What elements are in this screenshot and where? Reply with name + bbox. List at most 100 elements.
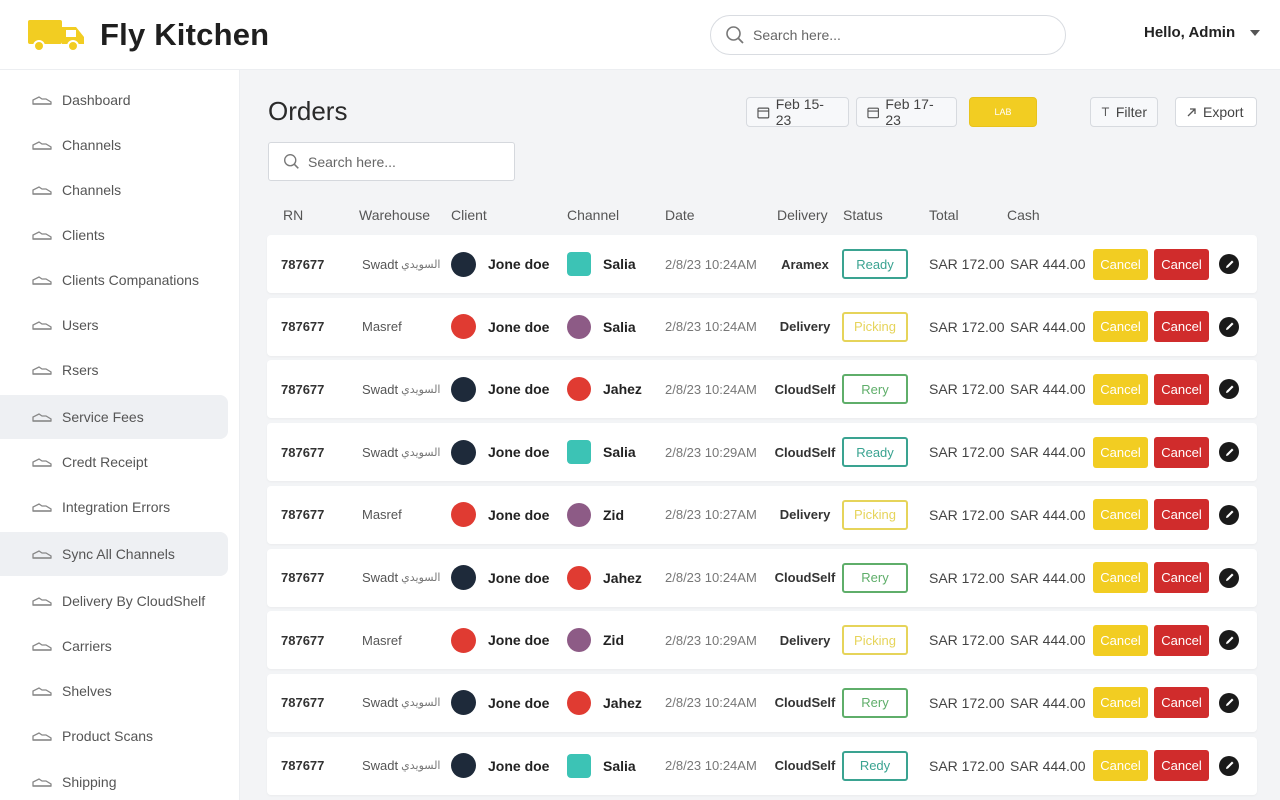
warehouse-arabic-name: السويدي bbox=[401, 258, 441, 271]
client-name[interactable]: Jone doe bbox=[488, 381, 549, 397]
cancel-button[interactable]: Cancel bbox=[1154, 750, 1209, 782]
cancel-yellow-button[interactable]: Cancel bbox=[1093, 373, 1148, 405]
cancel-button[interactable]: Cancel bbox=[1154, 562, 1209, 593]
edit-icon[interactable] bbox=[1219, 692, 1239, 713]
status-badge[interactable]: Redy bbox=[842, 750, 908, 781]
sidebar-item[interactable]: Dashboard bbox=[0, 78, 228, 122]
cancel-button[interactable]: Cancel bbox=[1154, 499, 1209, 531]
table-row[interactable]: 787677 Swadt السويدي Jone doe Jahez 2/8/23 10… bbox=[267, 548, 1257, 607]
cancel-yellow-button[interactable]: Cancel bbox=[1093, 311, 1148, 343]
edit-icon[interactable] bbox=[1219, 755, 1239, 776]
edit-icon[interactable] bbox=[1219, 254, 1239, 274]
column-header-warehouse[interactable]: Warehouse bbox=[359, 207, 430, 223]
cancel-button[interactable]: Cancel bbox=[1154, 687, 1209, 719]
status-badge[interactable]: Rery bbox=[842, 562, 908, 593]
column-header-client[interactable]: Client bbox=[451, 207, 487, 223]
sidebar-item[interactable]: Integration Errors bbox=[0, 485, 228, 529]
date-to-button[interactable]: Feb 17-23 bbox=[856, 96, 957, 128]
column-header-rn[interactable]: RN bbox=[283, 207, 303, 223]
action-red-cell: Cancel bbox=[1154, 360, 1209, 418]
cancel-button[interactable]: Cancel bbox=[1154, 311, 1209, 343]
client-name[interactable]: Jone doe bbox=[488, 632, 549, 648]
client-name[interactable]: Jone doe bbox=[488, 256, 549, 272]
global-search-input[interactable] bbox=[753, 27, 1043, 43]
table-row[interactable]: 787677 Swadt السويدي Jone doe Salia 2/8/23 10… bbox=[267, 423, 1257, 482]
edit-icon[interactable] bbox=[1219, 567, 1239, 588]
status-badge[interactable]: Picking bbox=[842, 499, 908, 530]
sidebar-item[interactable]: Users bbox=[0, 303, 228, 347]
column-header-total[interactable]: Total bbox=[929, 207, 959, 223]
sidebar-item[interactable]: Shipping bbox=[0, 760, 228, 800]
edit-icon[interactable] bbox=[1219, 630, 1239, 651]
sidebar-item[interactable]: Clients Companations bbox=[0, 258, 228, 302]
action-red-cell: Cancel bbox=[1154, 737, 1209, 795]
sidebar-item[interactable]: Delivery By CloudShelf bbox=[0, 579, 228, 623]
status-badge[interactable]: Ready bbox=[842, 249, 908, 279]
export-button[interactable]: Export bbox=[1175, 97, 1257, 127]
date-from-button[interactable]: Feb 15-23 bbox=[746, 96, 849, 128]
action-edit-cell bbox=[1219, 235, 1239, 293]
table-row[interactable]: 787677 Swadt السويدي Jone doe Jahez 2/8/23 10… bbox=[267, 673, 1257, 732]
cancel-yellow-button[interactable]: Cancel bbox=[1093, 499, 1148, 531]
column-header-delivery[interactable]: Delivery bbox=[777, 207, 828, 223]
warehouse-arabic-name: السويدي bbox=[401, 572, 441, 584]
cancel-yellow-button[interactable]: Cancel bbox=[1093, 248, 1148, 280]
orders-search[interactable] bbox=[268, 142, 515, 181]
cancel-yellow-button[interactable]: Cancel bbox=[1093, 624, 1148, 656]
sidebar-item[interactable]: Rsers bbox=[0, 348, 228, 392]
status-badge[interactable]: Rery bbox=[842, 374, 908, 405]
cancel-button[interactable]: Cancel bbox=[1154, 436, 1209, 468]
cancel-yellow-button[interactable]: Cancel bbox=[1093, 750, 1148, 782]
column-header-cash[interactable]: Cash bbox=[1007, 207, 1040, 223]
column-header-date[interactable]: Date bbox=[665, 207, 695, 223]
sidebar-item[interactable]: Channels bbox=[0, 168, 228, 212]
status-badge[interactable]: Picking bbox=[842, 311, 908, 342]
column-header-status[interactable]: Status bbox=[843, 207, 883, 223]
client-name[interactable]: Jone doe bbox=[488, 695, 549, 711]
table-row[interactable]: 787677 Masref Jone doe Zid 2/8/23 10:29AM Del… bbox=[267, 611, 1257, 670]
table-row[interactable]: 787677 Swadt السويدي Jone doe Salia 2/8/23 10… bbox=[267, 235, 1257, 293]
filter-button[interactable]: Filter bbox=[1090, 97, 1158, 127]
sidebar-item[interactable]: Shelves bbox=[0, 669, 228, 713]
sidebar-item[interactable]: Product Scans bbox=[0, 714, 228, 758]
client-name[interactable]: Jone doe bbox=[488, 507, 549, 523]
lab-button[interactable]: LAB bbox=[969, 97, 1037, 127]
shoe-icon bbox=[32, 366, 52, 375]
client-name[interactable]: Jone doe bbox=[488, 758, 549, 774]
table-row[interactable]: 787677 Swadt السويدي Jone doe Salia 2/8/23 10… bbox=[267, 736, 1257, 795]
column-header-channel[interactable]: Channel bbox=[567, 207, 619, 223]
cancel-button[interactable]: Cancel bbox=[1154, 624, 1209, 656]
orders-search-input[interactable] bbox=[308, 153, 508, 170]
edit-icon[interactable] bbox=[1219, 379, 1239, 400]
edit-icon[interactable] bbox=[1219, 442, 1239, 463]
date-from-label: Feb 15-23 bbox=[775, 96, 824, 128]
cancel-button[interactable]: Cancel bbox=[1154, 248, 1209, 280]
table-row[interactable]: 787677 Swadt السويدي Jone doe Jahez 2/8/23 10… bbox=[267, 360, 1257, 419]
cancel-yellow-button[interactable]: Cancel bbox=[1093, 436, 1148, 468]
sidebar-item[interactable]: Carriers bbox=[0, 624, 228, 668]
client-name[interactable]: Jone doe bbox=[488, 444, 549, 460]
table-row[interactable]: 787677 Masref Jone doe Zid 2/8/23 10:27AM Del… bbox=[267, 485, 1257, 544]
sidebar-item[interactable]: Clients bbox=[0, 213, 228, 257]
global-search[interactable] bbox=[710, 15, 1066, 55]
edit-icon[interactable] bbox=[1219, 504, 1239, 525]
status-badge[interactable]: Rery bbox=[842, 687, 908, 718]
brand-logo[interactable]: Fly Kitchen bbox=[26, 16, 269, 54]
cancel-button[interactable]: Cancel bbox=[1154, 373, 1209, 405]
client-name[interactable]: Jone doe bbox=[488, 319, 549, 335]
table-row[interactable]: 787677 Masref Jone doe Salia 2/8/23 10:24AM D… bbox=[267, 297, 1257, 356]
client-name[interactable]: Jone doe bbox=[488, 570, 549, 586]
status-badge[interactable]: Ready bbox=[842, 437, 908, 468]
cancel-yellow-button[interactable]: Cancel bbox=[1093, 562, 1148, 593]
sidebar-item[interactable]: Credt Receipt bbox=[0, 440, 228, 484]
edit-icon[interactable] bbox=[1219, 316, 1239, 337]
status-badge[interactable]: Picking bbox=[842, 625, 908, 656]
order-rn: 787677 bbox=[281, 632, 325, 648]
cancel-yellow-button[interactable]: Cancel bbox=[1093, 687, 1148, 719]
sidebar-item[interactable]: Sync All Channels bbox=[0, 532, 228, 576]
user-menu[interactable]: Hello, Admin bbox=[1144, 24, 1261, 41]
sidebar-item[interactable]: Channels bbox=[0, 123, 228, 167]
sidebar-item[interactable]: Service Fees bbox=[0, 395, 228, 439]
delivery-method: CloudSelf bbox=[774, 381, 836, 397]
order-total: SAR 172.00 bbox=[929, 444, 1005, 461]
